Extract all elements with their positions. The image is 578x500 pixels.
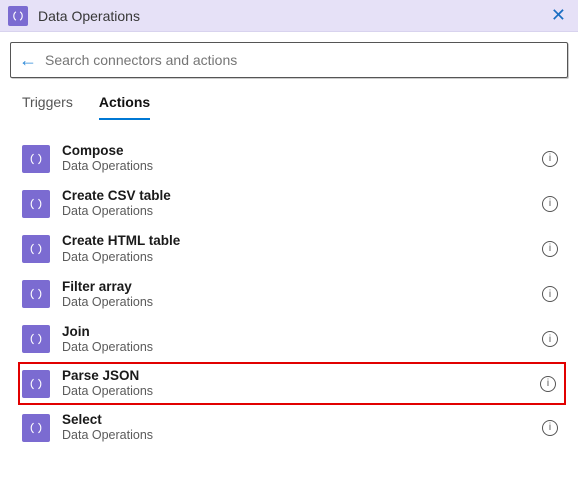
info-icon[interactable]: i <box>542 241 558 257</box>
action-text: Compose Data Operations <box>62 143 542 174</box>
info-icon[interactable]: i <box>542 420 558 436</box>
data-operations-icon <box>22 145 50 173</box>
data-operations-icon <box>22 280 50 308</box>
close-icon[interactable]: ✕ <box>547 5 570 26</box>
action-title: Create HTML table <box>62 233 542 249</box>
action-title: Select <box>62 412 542 428</box>
action-subtitle: Data Operations <box>62 384 540 399</box>
action-subtitle: Data Operations <box>62 340 542 355</box>
action-title: Parse JSON <box>62 368 540 384</box>
action-title: Create CSV table <box>62 188 542 204</box>
data-operations-icon <box>8 6 28 26</box>
data-operations-icon <box>22 414 50 442</box>
action-subtitle: Data Operations <box>62 204 542 219</box>
action-create-html-table[interactable]: Create HTML table Data Operations i <box>22 226 564 271</box>
data-operations-icon <box>22 325 50 353</box>
panel-title: Data Operations <box>38 8 547 24</box>
action-text: Create HTML table Data Operations <box>62 233 542 264</box>
action-text: Parse JSON Data Operations <box>62 368 540 399</box>
tab-bar: Triggers Actions <box>0 84 578 120</box>
data-operations-icon <box>22 370 50 398</box>
search-box[interactable]: ← <box>10 42 568 78</box>
tab-triggers[interactable]: Triggers <box>22 94 73 120</box>
action-create-csv-table[interactable]: Create CSV table Data Operations i <box>22 181 564 226</box>
action-parse-json[interactable]: Parse JSON Data Operations i <box>18 362 566 405</box>
action-text: Select Data Operations <box>62 412 542 443</box>
action-filter-array[interactable]: Filter array Data Operations i <box>22 272 564 317</box>
action-subtitle: Data Operations <box>62 250 542 265</box>
info-icon[interactable]: i <box>542 196 558 212</box>
panel-header: Data Operations ✕ <box>0 0 578 32</box>
info-icon[interactable]: i <box>542 331 558 347</box>
action-text: Join Data Operations <box>62 324 542 355</box>
actions-list: Compose Data Operations i Create CSV tab… <box>0 120 578 454</box>
action-text: Create CSV table Data Operations <box>62 188 542 219</box>
action-subtitle: Data Operations <box>62 295 542 310</box>
action-subtitle: Data Operations <box>62 428 542 443</box>
action-select[interactable]: Select Data Operations i <box>22 405 564 450</box>
info-icon[interactable]: i <box>542 151 558 167</box>
action-title: Join <box>62 324 542 340</box>
action-join[interactable]: Join Data Operations i <box>22 317 564 362</box>
action-subtitle: Data Operations <box>62 159 542 174</box>
tab-actions[interactable]: Actions <box>99 94 150 120</box>
back-arrow-icon[interactable]: ← <box>19 50 37 71</box>
search-input[interactable] <box>45 52 559 68</box>
data-operations-icon <box>22 235 50 263</box>
action-title: Compose <box>62 143 542 159</box>
action-text: Filter array Data Operations <box>62 279 542 310</box>
info-icon[interactable]: i <box>542 286 558 302</box>
action-compose[interactable]: Compose Data Operations i <box>22 136 564 181</box>
data-operations-icon <box>22 190 50 218</box>
info-icon[interactable]: i <box>540 376 556 392</box>
action-title: Filter array <box>62 279 542 295</box>
